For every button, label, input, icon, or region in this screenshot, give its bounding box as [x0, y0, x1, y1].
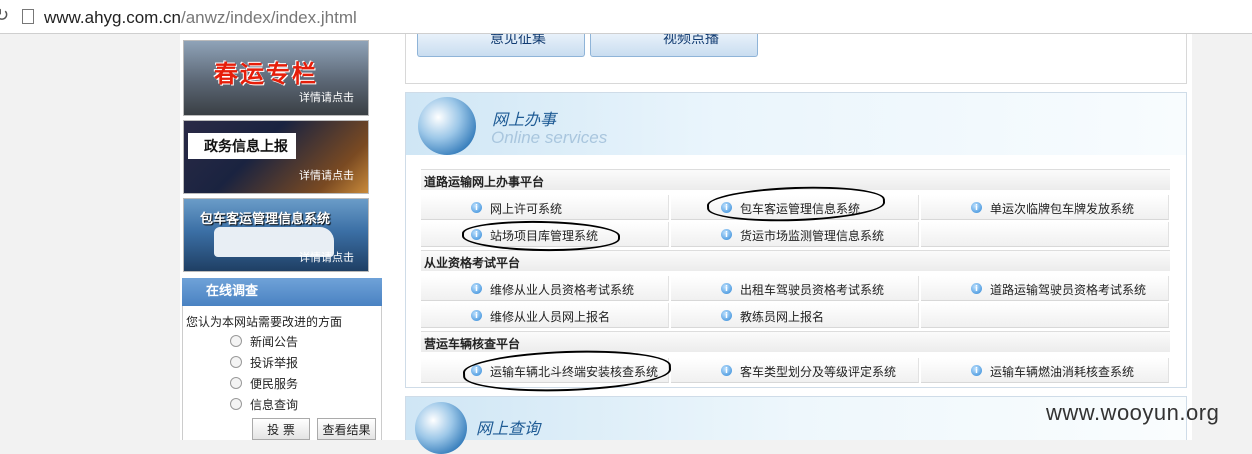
- video-button[interactable]: 视频点播: [590, 34, 758, 57]
- info-icon: i: [471, 283, 482, 294]
- globe-icon: [418, 97, 476, 155]
- banner-title: 包车客运管理信息系统: [200, 212, 331, 227]
- panel-title: 网上办事: [492, 110, 557, 129]
- service-link[interactable]: i 运输车辆燃油消耗核查系统: [921, 358, 1169, 383]
- service-link[interactable]: i 维修从业人员资格考试系统: [421, 276, 669, 301]
- button-label: 视频点播: [663, 34, 719, 47]
- spring-transport-banner[interactable]: 春运专栏 详情请点击: [183, 40, 369, 116]
- info-icon: i: [471, 310, 482, 321]
- view-results-button[interactable]: 查看结果: [317, 418, 376, 440]
- url-path: /anwz/index/index.jhtml: [181, 8, 357, 27]
- survey-option[interactable]: 新闻公告: [230, 333, 298, 350]
- survey-option[interactable]: 信息查询: [230, 396, 298, 413]
- info-icon: i: [471, 202, 482, 213]
- survey-question: 您认为本网站需要改进的方面: [186, 315, 343, 329]
- link-row: i 维修从业人员网上报名 i 教练员网上报名: [421, 303, 1170, 329]
- info-icon: i: [721, 229, 732, 240]
- service-link[interactable]: i 道路运输驾驶员资格考试系统: [921, 276, 1169, 301]
- panel-subtitle: Online services: [491, 128, 608, 147]
- info-icon: i: [971, 202, 982, 213]
- vote-button[interactable]: 投 票: [252, 418, 310, 440]
- info-icon: i: [721, 283, 732, 294]
- service-link[interactable]: i 出租车驾驶员资格考试系统: [671, 276, 919, 301]
- radio-icon[interactable]: [230, 398, 242, 410]
- service-link[interactable]: i 货运市场监测管理信息系统: [671, 222, 919, 247]
- service-link[interactable]: i 单运次临牌包车牌发放系统: [921, 195, 1169, 220]
- feedback-button[interactable]: 意见征集: [417, 34, 585, 57]
- empty-cell: [921, 303, 1169, 328]
- radio-icon[interactable]: [230, 377, 242, 389]
- info-icon: i: [721, 310, 732, 321]
- info-icon: i: [971, 365, 982, 376]
- reload-icon[interactable]: ↻: [0, 5, 9, 26]
- service-link[interactable]: i 客车类型划分及等级评定系统: [671, 358, 919, 383]
- charter-bus-system-banner[interactable]: 包车客运管理信息系统 详情请点击: [183, 198, 369, 272]
- service-link[interactable]: i 网上许可系统: [421, 195, 669, 220]
- banner-detail: 详情请点击: [299, 251, 354, 264]
- banner-title: 政务信息上报: [188, 133, 296, 159]
- radio-icon[interactable]: [230, 335, 242, 347]
- service-link[interactable]: i 教练员网上报名: [671, 303, 919, 328]
- info-icon: i: [971, 283, 982, 294]
- radio-icon[interactable]: [230, 356, 242, 368]
- page-icon: [22, 9, 34, 24]
- info-icon: i: [721, 365, 732, 376]
- banner-detail: 详情请点击: [299, 91, 354, 104]
- empty-cell: [921, 222, 1169, 247]
- service-link[interactable]: i 维修从业人员网上报名: [421, 303, 669, 328]
- url-text[interactable]: www.ahyg.com.cn/anwz/index/index.jhtml: [44, 8, 357, 28]
- banner-title: 春运专栏: [214, 59, 318, 88]
- banner-detail: 详情请点击: [299, 169, 354, 182]
- link-row: i 维修从业人员资格考试系统 i 出租车驾驶员资格考试系统 i 道路运输驾驶员资格考试…: [421, 276, 1170, 302]
- panel-title: 网上查询: [476, 419, 541, 438]
- survey-option[interactable]: 投诉举报: [230, 354, 298, 371]
- survey-option[interactable]: 便民服务: [230, 375, 298, 392]
- survey-title: 在线调查: [182, 278, 382, 306]
- globe-icon: [415, 402, 467, 454]
- address-bar[interactable]: ↻ www.ahyg.com.cn/anwz/index/index.jhtml: [0, 0, 1252, 34]
- section-header: 营运车辆核查平台: [421, 331, 1170, 352]
- url-host: www.ahyg.com.cn: [44, 8, 181, 27]
- watermark: www.wooyun.org: [1046, 400, 1220, 425]
- button-label: 意见征集: [490, 34, 546, 47]
- section-header: 从业资格考试平台: [421, 250, 1170, 271]
- gov-info-report-banner[interactable]: 政务信息上报 详情请点击: [183, 120, 369, 194]
